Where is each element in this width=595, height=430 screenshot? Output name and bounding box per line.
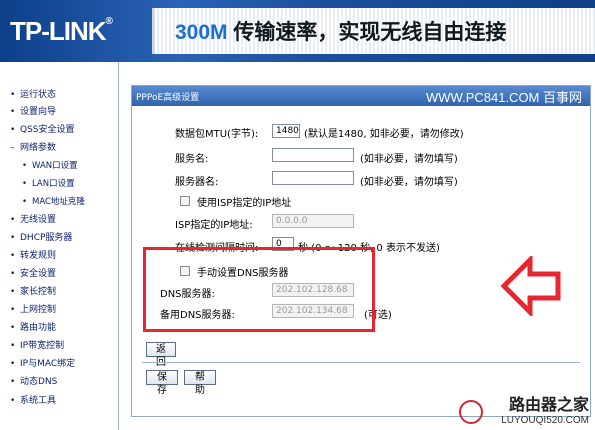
sidebar-item-routing[interactable]: • 路由功能: [10, 321, 56, 335]
slogan-body: 传输速率，实现无线自由连接: [227, 21, 507, 44]
service-name-label: 服务名:: [175, 154, 209, 165]
panel-title: PPPoE高级设置: [136, 93, 200, 103]
logo-registered-mark: ®: [105, 16, 113, 27]
tp-link-logo: TP-LINK®: [10, 16, 113, 47]
sidebar-item-forwarding[interactable]: • 转发规则: [10, 249, 56, 263]
bullet-icon: •: [10, 107, 16, 117]
bullet-icon: •: [10, 269, 16, 279]
sidebar-item-setup-wizard[interactable]: • 设置向导: [10, 105, 56, 119]
bullet-icon: •: [22, 161, 28, 171]
sidebar-item-label: 网络参数: [20, 143, 57, 153]
panel-divider: [142, 362, 580, 363]
server-name-input[interactable]: [272, 171, 354, 185]
mtu-label: 数据包MTU(字节):: [175, 129, 259, 140]
sidebar-item-label: 家长控制: [20, 287, 57, 297]
sidebar-item-parental[interactable]: • 家长控制: [10, 285, 56, 299]
isp-ip-input[interactable]: 0.0.0.0: [272, 214, 354, 228]
server-name-hint: (如非必要，请勿填写): [360, 177, 458, 188]
sidebar-item-label: 安全设置: [20, 269, 57, 279]
sidebar-item-label: IP与MAC绑定: [20, 359, 76, 369]
site-watermark: WWW.PC841.COM 百事网: [425, 90, 582, 105]
dns-highlight-box: [143, 247, 375, 332]
sidebar-item-wireless[interactable]: • 无线设置: [10, 213, 56, 227]
mtu-hint: (默认是1480, 如非必要，请勿修改): [304, 129, 464, 140]
bullet-icon: •: [10, 323, 16, 333]
panel-title-bar: PPPoE高级设置 WWW.PC841.COM 百事网: [132, 86, 590, 106]
sidebar-item-label: DHCP服务器: [20, 233, 73, 243]
collapse-icon: –: [10, 143, 15, 153]
logo-text: TP-LINK: [10, 16, 107, 46]
sidebar-item-security[interactable]: • 安全设置: [10, 267, 56, 281]
sidebar-item-qss[interactable]: • QSS安全设置: [10, 123, 75, 137]
sidebar-item-label: MAC地址克隆: [32, 197, 85, 207]
sidebar-item-bandwidth[interactable]: • IP带宽控制: [10, 339, 64, 353]
sidebar-item-dhcp[interactable]: • DHCP服务器: [10, 231, 72, 245]
sidebar-item-lan[interactable]: • LAN口设置: [22, 177, 75, 191]
mtu-input[interactable]: 1480: [272, 124, 300, 138]
back-button[interactable]: 返 回: [146, 342, 176, 368]
bullet-icon: •: [10, 215, 16, 225]
sidebar-item-label: 上网控制: [20, 305, 57, 315]
sidebar-item-label: IP带宽控制: [20, 341, 65, 351]
brand-watermark: 路由器之家 LUYOUQI520.COM: [501, 391, 589, 426]
sidebar-item-network[interactable]: – 网络参数: [10, 141, 56, 155]
sidebar-item-label: 系统工具: [20, 396, 57, 406]
brand-logo-icon: [459, 400, 483, 424]
bullet-icon: •: [10, 377, 16, 387]
help-button[interactable]: 帮 助: [184, 370, 216, 396]
sidebar-item-label: 路由功能: [20, 323, 57, 333]
sidebar-item-label: 运行状态: [20, 90, 57, 100]
service-name-hint: (如非必要，请勿填写): [360, 154, 458, 165]
bullet-icon: •: [22, 197, 28, 207]
bullet-icon: •: [10, 305, 16, 315]
bullet-icon: •: [10, 396, 16, 406]
server-name-label: 服务器名:: [175, 177, 219, 188]
header-banner: TP-LINK® 300M 传输速率，实现无线自由连接: [0, 0, 595, 62]
bullet-icon: •: [22, 179, 28, 189]
bullet-icon: •: [10, 251, 16, 261]
bullet-icon: •: [10, 287, 16, 297]
sidebar-item-label: QSS安全设置: [20, 125, 75, 135]
sidebar-item-label: 动态DNS: [20, 377, 58, 387]
brand-name: 路由器之家: [508, 395, 589, 414]
sidebar-item-label: 无线设置: [20, 215, 57, 225]
slogan-highlight: 300M: [175, 21, 228, 44]
slogan-text: 300M 传输速率，实现无线自由连接: [175, 16, 506, 46]
sidebar-item-wan[interactable]: • WAN口设置: [22, 159, 78, 173]
sidebar-item-label: WAN口设置: [32, 161, 78, 171]
sidebar-item-label: 设置向导: [20, 107, 57, 117]
sidebar-item-label: 转发规则: [20, 251, 57, 261]
sidebar-item-system-tools[interactable]: • 系统工具: [10, 394, 56, 408]
bullet-icon: •: [10, 233, 16, 243]
sidebar-item-ip-mac-binding[interactable]: • IP与MAC绑定: [10, 357, 75, 371]
bullet-icon: •: [10, 90, 16, 100]
isp-ip-checkbox-label: 使用ISP指定的IP地址: [197, 198, 292, 209]
sidebar-item-status[interactable]: • 运行状态: [10, 88, 56, 102]
sidebar-item-access-control[interactable]: • 上网控制: [10, 303, 56, 317]
sidebar-item-ddns[interactable]: • 动态DNS: [10, 375, 57, 389]
bullet-icon: •: [10, 341, 16, 351]
pointer-arrow-icon: [500, 256, 561, 316]
isp-ip-label: ISP指定的IP地址:: [175, 220, 253, 231]
service-name-input[interactable]: [272, 148, 354, 162]
save-button[interactable]: 保 存: [146, 370, 178, 396]
isp-ip-checkbox[interactable]: [180, 196, 190, 206]
bullet-icon: •: [10, 359, 16, 369]
sidebar-item-label: LAN口设置: [32, 179, 75, 189]
sidebar-item-mac-clone[interactable]: • MAC地址克隆: [22, 195, 85, 209]
sidebar-nav: • 运行状态 • 设置向导 • QSS安全设置 – 网络参数 • WAN口设置 • LAN口…: [0, 62, 119, 430]
bullet-icon: •: [10, 125, 16, 135]
brand-url: LUYOUQI520.COM: [501, 415, 589, 426]
slogan-banner: 300M 传输速率，实现无线自由连接: [152, 8, 595, 54]
